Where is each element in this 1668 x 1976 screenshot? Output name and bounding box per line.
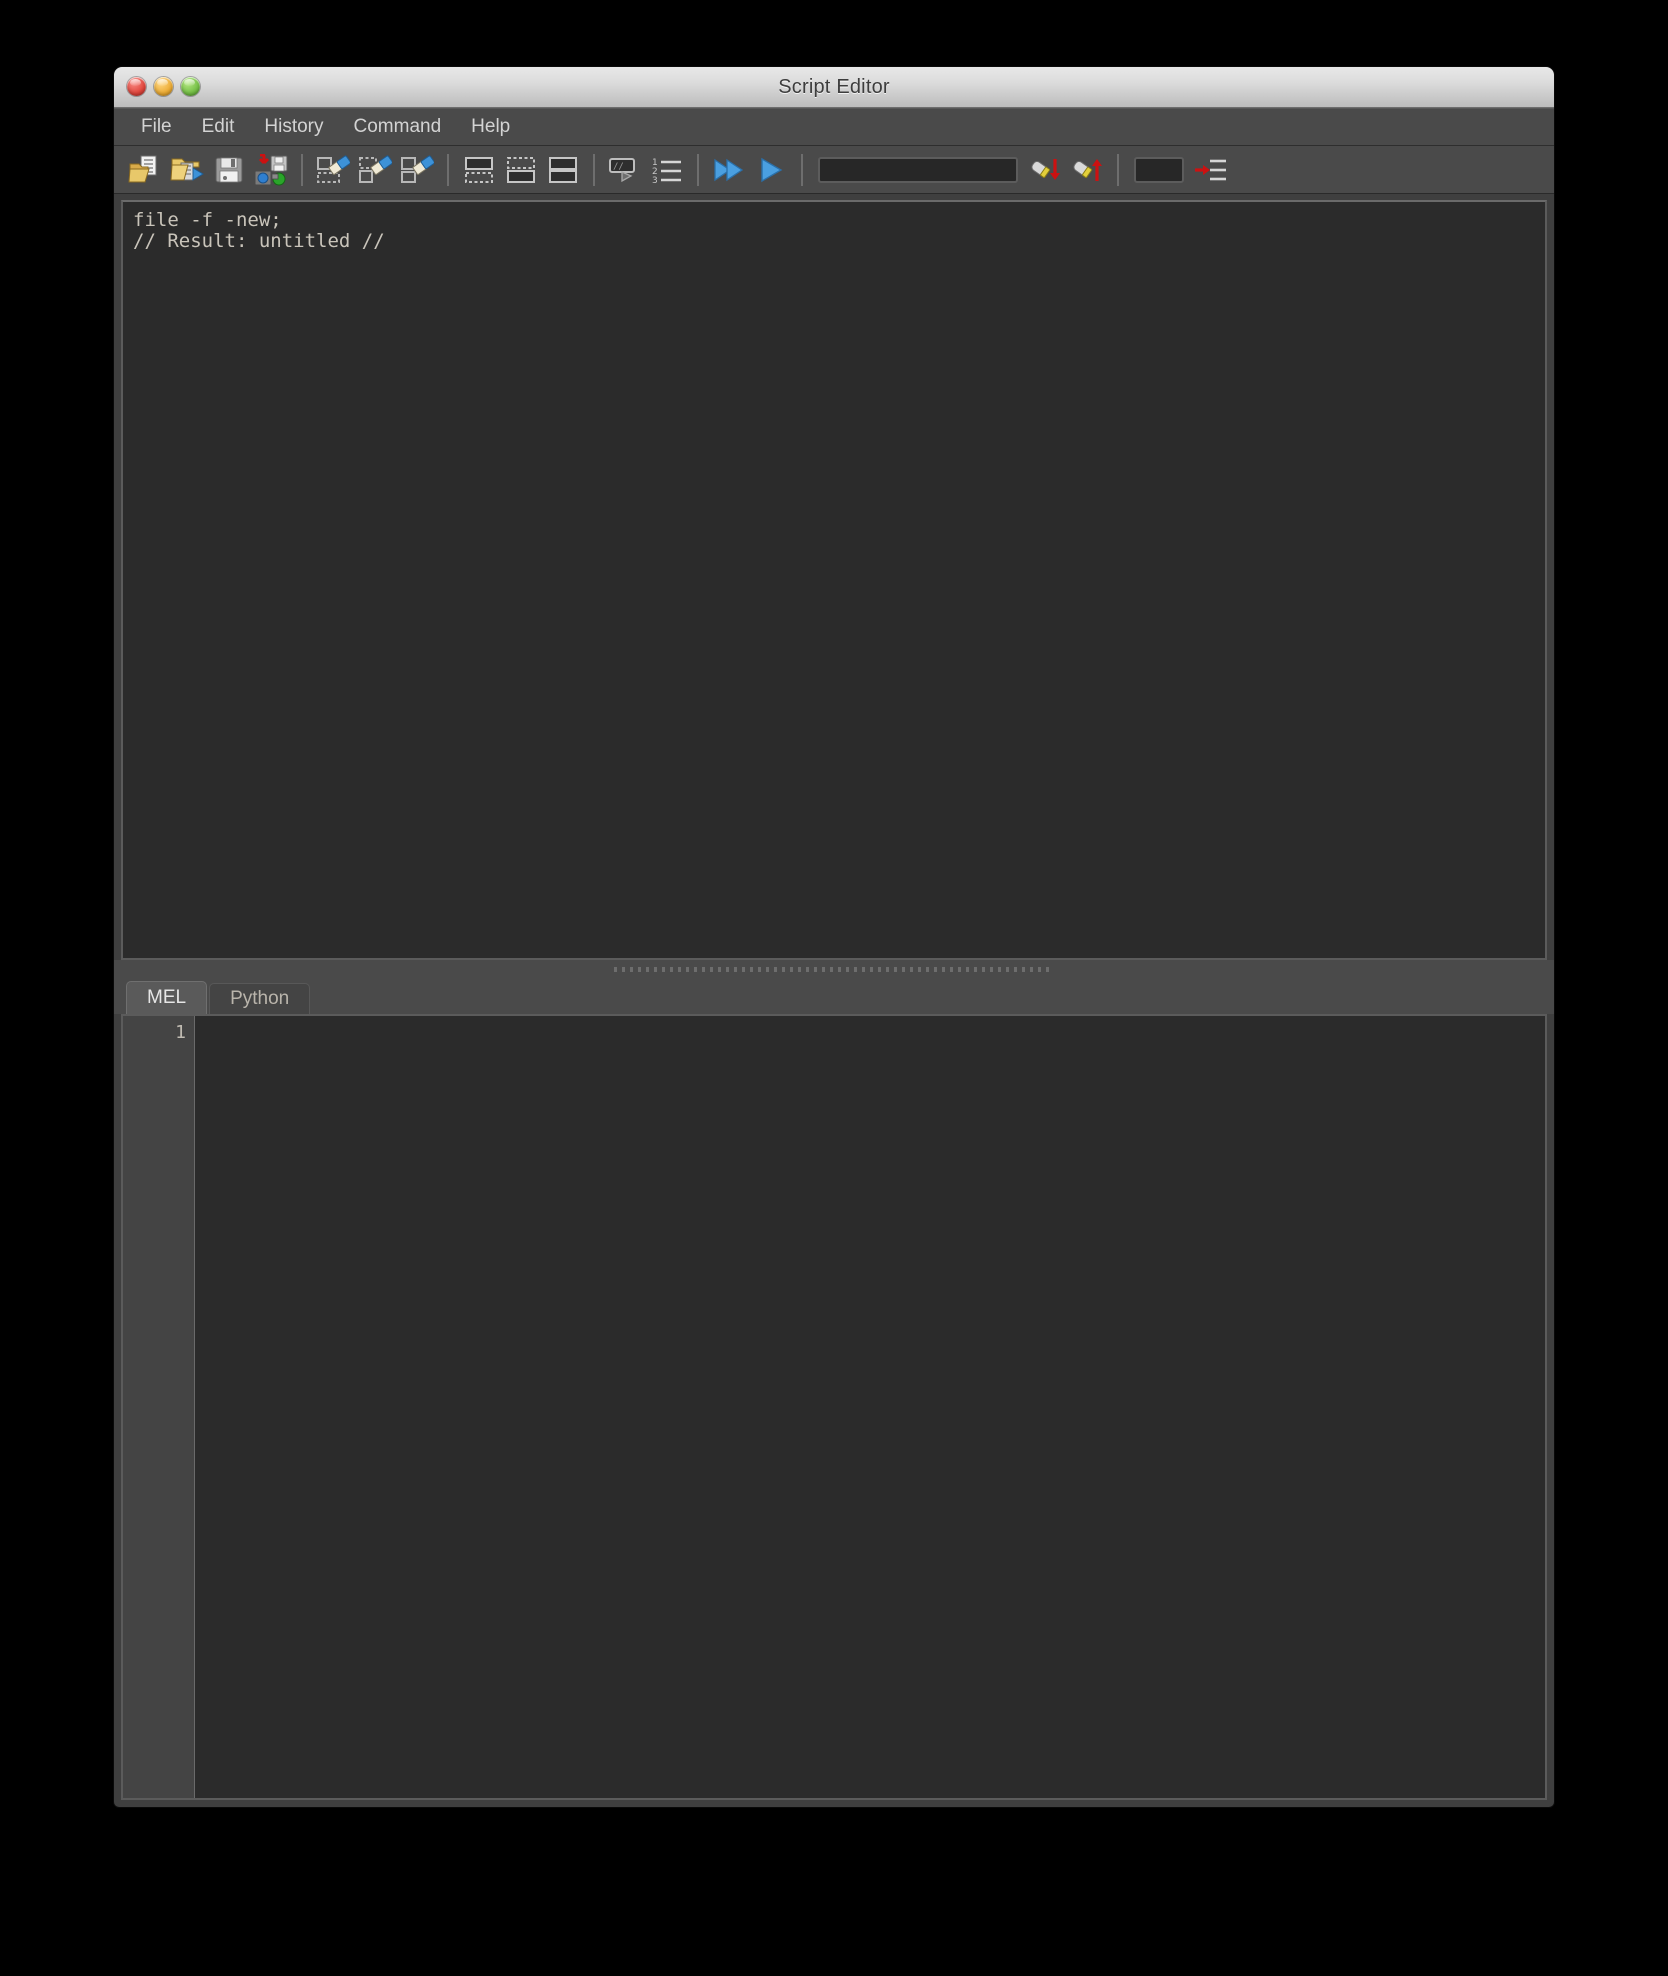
line-number-gutter: 1 xyxy=(123,1016,195,1798)
execute-selection-button[interactable] xyxy=(750,150,792,190)
clear-input-button[interactable] xyxy=(354,150,396,190)
open-script-button[interactable] xyxy=(124,150,166,190)
menu-bar: File Edit History Command Help xyxy=(114,108,1554,146)
save-script-button[interactable] xyxy=(208,150,250,190)
script-input-text[interactable] xyxy=(195,1016,1545,1798)
pane-splitter[interactable] xyxy=(114,960,1554,978)
menu-command[interactable]: Command xyxy=(341,113,455,141)
command-echo-button[interactable]: // xyxy=(604,150,646,190)
show-history-pane-icon xyxy=(463,155,495,185)
save-script-icon xyxy=(214,155,244,185)
menu-help[interactable]: Help xyxy=(458,113,523,141)
tab-width-input[interactable] xyxy=(1134,156,1184,183)
clear-all-button[interactable] xyxy=(396,150,438,190)
line-numbers-button[interactable]: 1 2 3 xyxy=(646,150,688,190)
open-and-execute-script-button[interactable] xyxy=(166,150,208,190)
search-up-button[interactable] xyxy=(1066,150,1108,190)
save-script-to-shelf-icon xyxy=(253,153,289,186)
clear-input-icon xyxy=(358,155,392,185)
toolbar-separator xyxy=(801,153,803,186)
script-input-pane[interactable]: 1 xyxy=(121,1014,1547,1800)
script-editor-window: Script Editor File Edit History Command … xyxy=(114,67,1554,1807)
title-bar: Script Editor xyxy=(114,67,1554,108)
menu-edit[interactable]: Edit xyxy=(189,113,248,141)
toolbar-separator xyxy=(447,153,449,186)
clear-all-icon xyxy=(400,155,434,185)
menu-history[interactable]: History xyxy=(251,113,336,141)
history-output-text: file -f -new; // Result: untitled // xyxy=(133,209,385,253)
show-history-pane-button[interactable] xyxy=(458,150,500,190)
clear-history-icon xyxy=(316,155,350,185)
search-down-button[interactable] xyxy=(1024,150,1066,190)
toolbar-separator xyxy=(301,153,303,186)
tab-mel[interactable]: MEL xyxy=(126,981,208,1014)
search-up-icon xyxy=(1070,155,1104,185)
open-script-icon xyxy=(128,155,162,185)
svg-text://: // xyxy=(613,162,624,172)
show-both-panes-icon xyxy=(547,155,579,185)
toolbar-separator xyxy=(697,153,699,186)
menu-file[interactable]: File xyxy=(128,113,185,141)
show-input-pane-button[interactable] xyxy=(500,150,542,190)
save-script-to-shelf-button[interactable] xyxy=(250,150,292,190)
minimize-button[interactable] xyxy=(154,77,173,96)
search-down-icon xyxy=(1028,155,1062,185)
tab-python[interactable]: Python xyxy=(209,983,311,1014)
search-input[interactable] xyxy=(818,156,1018,183)
tab-bar: MEL Python xyxy=(114,978,1554,1014)
window-title: Script Editor xyxy=(778,75,890,98)
execute-all-button[interactable] xyxy=(708,150,750,190)
history-pane[interactable]: file -f -new; // Result: untitled // xyxy=(121,200,1547,960)
command-echo-icon: // xyxy=(608,155,642,185)
window-controls xyxy=(127,77,200,96)
indent-icon xyxy=(1194,155,1228,185)
toolbar-separator xyxy=(593,153,595,186)
clear-history-button[interactable] xyxy=(312,150,354,190)
line-numbers-icon: 1 2 3 xyxy=(651,155,683,185)
toolbar-separator xyxy=(1117,153,1119,186)
execute-all-icon xyxy=(712,155,746,185)
execute-selection-icon xyxy=(756,155,786,185)
open-and-execute-script-icon xyxy=(170,155,204,185)
show-input-pane-icon xyxy=(505,155,537,185)
indent-button[interactable] xyxy=(1190,150,1232,190)
svg-text:3: 3 xyxy=(652,176,658,185)
zoom-button[interactable] xyxy=(181,77,200,96)
toolbar: // 1 2 3 xyxy=(114,146,1554,194)
splitter-grip-icon xyxy=(614,966,1054,972)
close-button[interactable] xyxy=(127,77,146,96)
show-both-panes-button[interactable] xyxy=(542,150,584,190)
